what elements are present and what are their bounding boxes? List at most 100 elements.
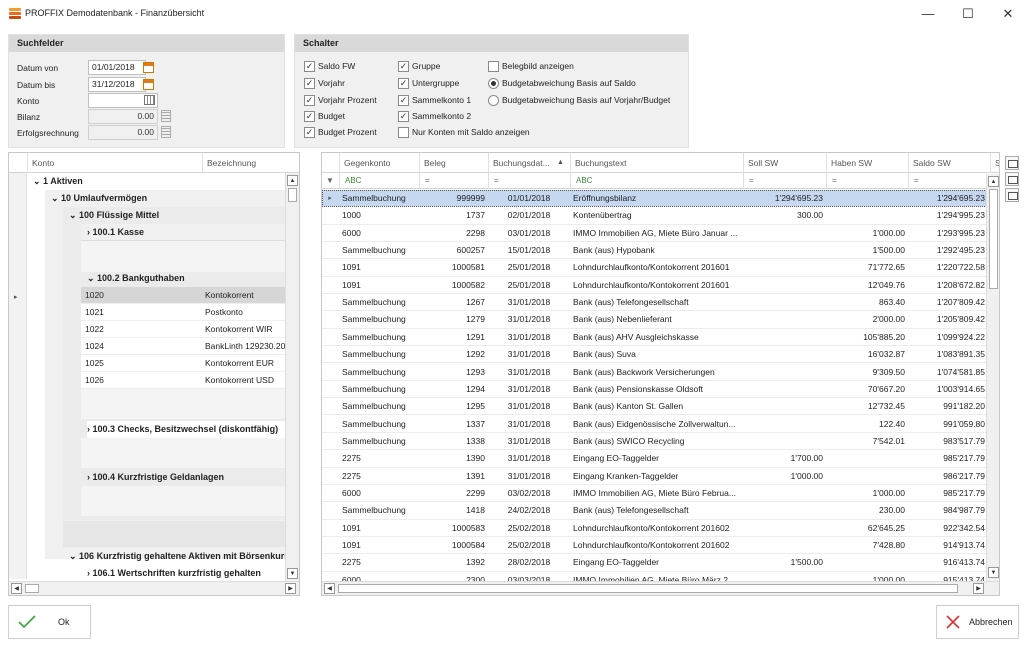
- tree-node-boersen[interactable]: ⌄ 106 Kurzfristig gehaltene Aktiven mit …: [69, 548, 297, 565]
- col-buchungstext[interactable]: Buchungstext: [570, 153, 743, 173]
- scroll-left-arrow-icon[interactable]: ◀: [11, 583, 22, 594]
- checkbox-nur-konten-saldo[interactable]: Nur Konten mit Saldo anzeigen: [398, 126, 530, 139]
- table-row[interactable]: Sammelbuchung 1294 31/01/2018 Bank (aus) Pe…: [322, 381, 987, 399]
- tree-row[interactable]: 1020 Kontokorrent: [81, 287, 297, 304]
- radio-budget-vorjahr[interactable]: Budgetabweichung Basis auf Vorjahr/Budge…: [488, 94, 670, 107]
- filter-datum[interactable]: =: [488, 173, 570, 189]
- table-row[interactable]: Sammelbuchung 1292 31/01/2018 Bank (aus) Su…: [322, 346, 987, 364]
- scroll-down-arrow-icon[interactable]: ▼: [287, 568, 298, 579]
- table-row[interactable]: 6000 2298 03/01/2018 IMMO Immobilien AG, Mi…: [322, 225, 987, 242]
- col-buchungsdatum[interactable]: Buchungsdat... ▲: [488, 153, 570, 173]
- grid-vertical-scrollbar[interactable]: ▲ ▼: [986, 174, 999, 582]
- maximize-button[interactable]: ☐: [948, 0, 988, 28]
- copy-icon[interactable]: [1005, 188, 1019, 202]
- table-row[interactable]: Sammelbuchung 1291 31/01/2018 Bank (aus) AH…: [322, 329, 987, 347]
- tree-node-fluessige-mittel[interactable]: ⌄ 100 Flüssige Mittel: [69, 207, 159, 224]
- tree-row[interactable]: 1025 Kontokorrent EUR: [81, 355, 297, 372]
- scroll-thumb[interactable]: [288, 188, 297, 202]
- bookings-grid[interactable]: Gegenkonto Beleg Buchungsdat... ▲ Buchung…: [321, 152, 1000, 596]
- tree-vertical-scrollbar[interactable]: ▲ ▼: [285, 173, 299, 583]
- tree-row[interactable]: 1021 Postkonto: [81, 304, 297, 321]
- print-icon[interactable]: [1005, 156, 1019, 170]
- close-button[interactable]: ✕: [988, 0, 1028, 28]
- table-row[interactable]: 2275 1390 31/01/2018 Eingang EO-Taggelder 1'…: [322, 450, 987, 468]
- col-haben[interactable]: Haben SW: [826, 153, 908, 173]
- tree-node-geldanlagen[interactable]: › 100.4 Kurzfristige Geldanlagen: [87, 469, 224, 486]
- export-icon[interactable]: [1005, 172, 1019, 186]
- cell-gk: 1091: [342, 522, 361, 533]
- filter-soll[interactable]: =: [743, 173, 826, 189]
- filter-text[interactable]: ABC: [570, 173, 743, 189]
- radio-budget-saldo[interactable]: Budgetabweichung Basis auf Saldo: [488, 77, 636, 90]
- table-row[interactable]: Sammelbuchung 1267 31/01/2018 Bank (aus) Te…: [322, 294, 987, 312]
- filter-gegenkonto[interactable]: ABC: [339, 173, 419, 189]
- tree-node-umlaufvermoegen[interactable]: ⌄ 10 Umlaufvermögen: [51, 190, 147, 207]
- table-row[interactable]: 1091 1000583 25/02/2018 Lohndurchlaufkonto/…: [322, 520, 987, 537]
- filter-beleg[interactable]: =: [419, 173, 488, 189]
- filter-haben[interactable]: =: [826, 173, 908, 189]
- table-row[interactable]: Sammelbuchung 1338 31/01/2018 Bank (aus) SW…: [322, 433, 987, 451]
- col-extra[interactable]: S: [990, 153, 999, 173]
- scroll-thumb[interactable]: [989, 189, 998, 289]
- scroll-up-arrow-icon[interactable]: ▲: [988, 176, 999, 187]
- col-beleg[interactable]: Beleg: [419, 153, 488, 173]
- scroll-left-arrow-icon[interactable]: ◀: [324, 583, 335, 594]
- account-grid-icon[interactable]: [144, 95, 155, 105]
- table-row[interactable]: ▸ Sammelbuchung 999999 01/01/2018 Eröffnungs…: [322, 190, 987, 208]
- tree-row[interactable]: 1022 Kontokorrent WIR: [81, 321, 297, 338]
- col-saldo[interactable]: Saldo SW: [908, 153, 990, 173]
- ok-button[interactable]: Ok: [8, 605, 91, 639]
- checkbox-budget-prozent[interactable]: ✓ Budget Prozent: [304, 126, 377, 139]
- tree-node-kasse[interactable]: › 100.1 Kasse: [87, 224, 144, 241]
- scroll-thumb[interactable]: [338, 584, 958, 593]
- scroll-thumb[interactable]: [25, 584, 39, 593]
- tree-row[interactable]: 1024 BankLinth 129230.2018: [81, 338, 297, 355]
- checkbox-untergruppe[interactable]: ✓ Untergruppe: [398, 77, 459, 90]
- checkbox-belegbild[interactable]: Belegbild anzeigen: [488, 60, 574, 73]
- checkbox-vorjahr[interactable]: ✓ Vorjahr: [304, 77, 345, 90]
- checkbox-sammelkonto-2[interactable]: ✓ Sammelkonto 2: [398, 110, 471, 123]
- checkbox-sammelkonto-1[interactable]: ✓ Sammelkonto 1: [398, 94, 471, 107]
- table-row[interactable]: Sammelbuchung 1295 31/01/2018 Bank (aus) Ka…: [322, 398, 987, 416]
- tree-node-checks[interactable]: › 100.3 Checks, Besitzwechsel (diskontfä…: [87, 421, 297, 438]
- minimize-button[interactable]: —: [908, 0, 948, 28]
- tree-col-bezeichnung[interactable]: Bezeichnung: [202, 153, 299, 173]
- scroll-up-arrow-icon[interactable]: ▲: [287, 175, 298, 186]
- table-row[interactable]: Sammelbuchung 1337 31/01/2018 Bank (aus) Ei…: [322, 416, 987, 433]
- filter-icon[interactable]: ▼: [322, 173, 339, 189]
- tree-node-bankguthaben[interactable]: ⌄ 100.2 Bankguthaben: [87, 270, 185, 287]
- table-row[interactable]: Sammelbuchung 600257 15/01/2018 Bank (aus) …: [322, 242, 987, 260]
- table-row[interactable]: 1000 1737 02/01/2018 Kontenübertrag 300.00 1'…: [322, 207, 987, 225]
- tree-horizontal-scrollbar[interactable]: ◀ ▶: [9, 581, 299, 595]
- col-soll[interactable]: Soll SW: [743, 153, 826, 173]
- account-tree[interactable]: Konto Bezeichnung ▸ ⌄ 1 Aktiven ⌄ 10 Uml…: [8, 152, 300, 596]
- table-row[interactable]: 1091 1000584 25/02/2018 Lohndurchlaufkonto/…: [322, 537, 987, 555]
- calendar-icon[interactable]: [143, 62, 154, 73]
- checkbox-budget[interactable]: ✓ Budget: [304, 110, 345, 123]
- date-to-input[interactable]: 31/12/2018: [88, 77, 146, 92]
- table-row[interactable]: Sammelbuchung 1418 24/02/2018 Bank (aus) Te…: [322, 502, 987, 520]
- filter-saldo[interactable]: =: [908, 173, 990, 189]
- tree-node-aktiven[interactable]: ⌄ 1 Aktiven: [33, 173, 83, 190]
- calendar-icon[interactable]: [143, 79, 154, 90]
- table-row[interactable]: 1091 1000582 25/01/2018 Lohndurchlaufkonto/…: [322, 277, 987, 295]
- cancel-button[interactable]: Abbrechen: [936, 605, 1019, 639]
- scroll-right-arrow-icon[interactable]: ▶: [285, 583, 296, 594]
- tree-node-wertschriften[interactable]: › 106.1 Wertschriften kurzfristig gehalt…: [87, 565, 297, 582]
- tree-row[interactable]: 1026 Kontokorrent USD: [81, 372, 297, 389]
- table-row[interactable]: 2275 1392 28/02/2018 Eingang EO-Taggelder 1'…: [322, 554, 987, 572]
- tree-col-konto[interactable]: Konto: [27, 153, 202, 173]
- grid-horizontal-scrollbar[interactable]: ◀ ▶: [322, 581, 999, 595]
- table-row[interactable]: 1091 1000581 25/01/2018 Lohndurchlaufkonto/…: [322, 259, 987, 277]
- date-from-input[interactable]: 01/01/2018: [88, 60, 146, 75]
- table-row[interactable]: 6000 2299 03/02/2018 IMMO Immobilien AG, Mi…: [322, 485, 987, 503]
- table-row[interactable]: 2275 1391 31/01/2018 Eingang Kranken-Taggel…: [322, 468, 987, 485]
- col-gegenkonto[interactable]: Gegenkonto: [339, 153, 419, 173]
- checkbox-saldo-fw[interactable]: ✓ Saldo FW: [304, 60, 355, 73]
- scroll-down-arrow-icon[interactable]: ▼: [988, 567, 999, 578]
- checkbox-vorjahr-prozent[interactable]: ✓ Vorjahr Prozent: [304, 94, 377, 107]
- table-row[interactable]: Sammelbuchung 1279 31/01/2018 Bank (aus) Ne…: [322, 311, 987, 329]
- checkbox-gruppe[interactable]: ✓ Gruppe: [398, 60, 440, 73]
- table-row[interactable]: Sammelbuchung 1293 31/01/2018 Bank (aus) Ba…: [322, 364, 987, 381]
- scroll-right-arrow-icon[interactable]: ▶: [973, 583, 984, 594]
